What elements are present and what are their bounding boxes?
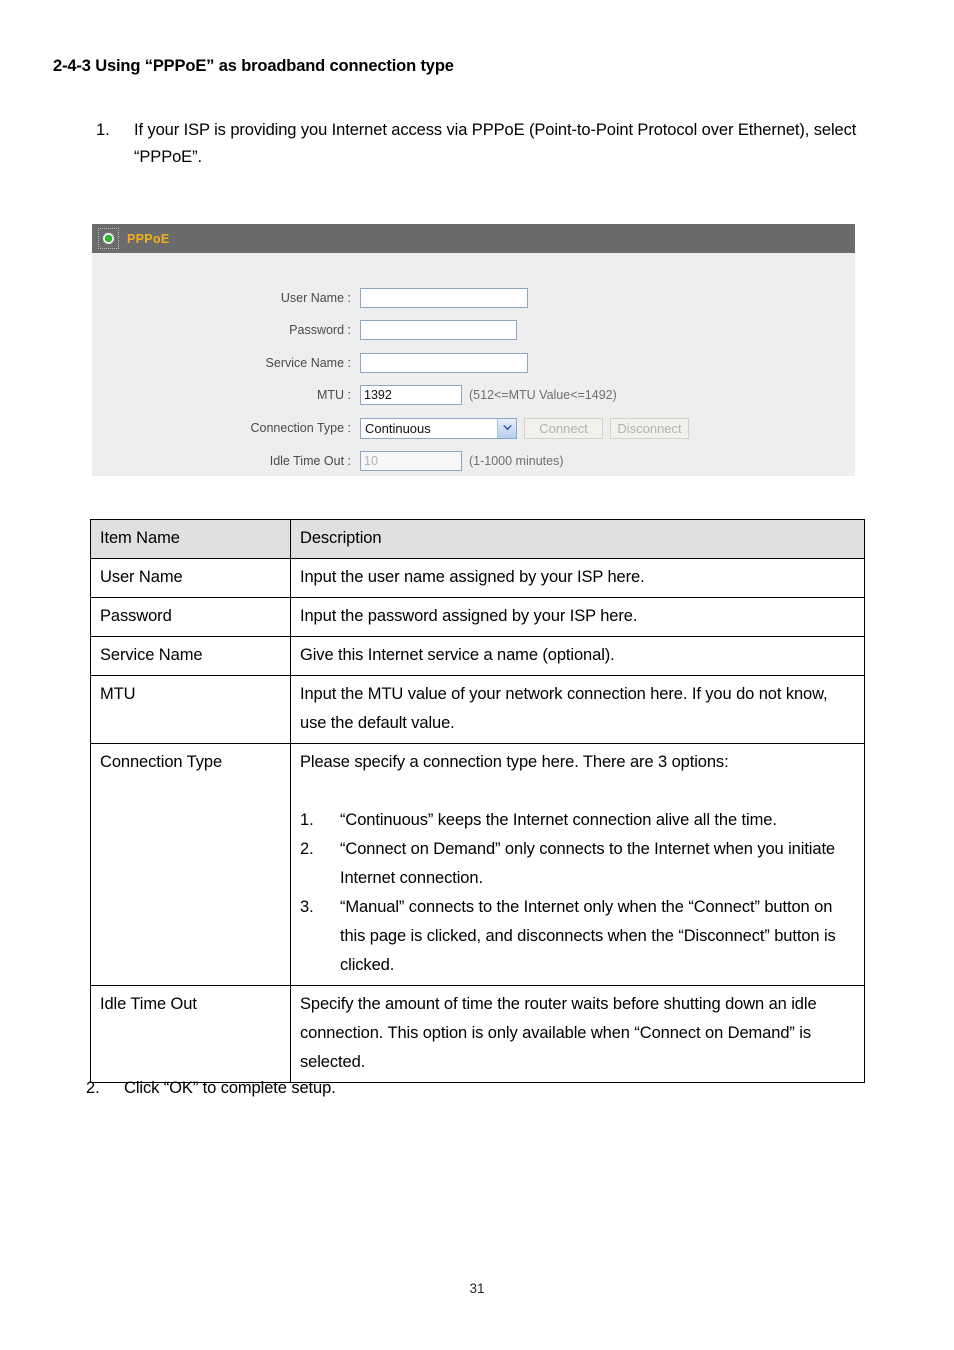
column-header-item-name: Item Name [90, 519, 291, 559]
service-name-input[interactable] [360, 353, 528, 373]
connect-button[interactable]: Connect [524, 417, 603, 439]
idle-time-out-hint: (1-1000 minutes) [469, 454, 564, 468]
page-number: 31 [469, 1281, 485, 1296]
table-row: Connection Type Please specify a connect… [90, 743, 865, 986]
user-name-input[interactable] [360, 288, 528, 308]
panel-header: PPPoE [92, 224, 855, 253]
list-item: 1. “Continuous” keeps the Internet conne… [300, 806, 856, 835]
idle-time-out-input[interactable] [360, 451, 462, 471]
row-description-intro: Please specify a connection type here. T… [300, 753, 729, 771]
column-header-description: Description [290, 519, 865, 559]
step-text: Click “OK” to complete setup. [124, 1079, 336, 1097]
step-number: 1. [96, 121, 110, 139]
connection-type-options-list: 1. “Continuous” keeps the Internet conne… [300, 806, 856, 980]
table-row: Idle Time Out Specify the amount of time… [90, 985, 865, 1083]
list-item-text: “Continuous” keeps the Internet connecti… [340, 811, 777, 829]
connection-type-label: Connection Type : [250, 421, 351, 435]
list-item-number: 3. [300, 898, 314, 916]
list-item: 3. “Manual” connects to the Internet onl… [300, 893, 856, 980]
service-name-label: Service Name : [265, 356, 351, 370]
step-text: If your ISP is providing you Internet ac… [134, 121, 857, 166]
step-number: 2. [86, 1079, 100, 1097]
step-item-1: 1. If your ISP is providing you Internet… [96, 117, 886, 171]
field-row-connection-type: Connection Type : Continuous Connect Dis… [92, 417, 689, 439]
row-item-name: Connection Type [90, 743, 291, 986]
chevron-down-icon[interactable] [497, 418, 516, 438]
mtu-input[interactable] [360, 385, 462, 405]
connection-type-selected-value: Continuous [365, 420, 431, 436]
panel-title: PPPoE [127, 231, 170, 246]
item-description-table: Item Name Description User Name Input th… [90, 519, 865, 1083]
field-row-mtu: MTU : (512<=MTU Value<=1492) [92, 384, 617, 406]
field-row-password: Password : [92, 319, 517, 341]
panel-body: User Name : Password : Service Name : MT… [92, 253, 855, 476]
list-item-text: “Manual” connects to the Internet only w… [340, 898, 836, 974]
list-item-text: “Connect on Demand” only connects to the… [340, 840, 836, 887]
list-item-number: 2. [300, 840, 314, 858]
row-description: Specify the amount of time the router wa… [290, 985, 865, 1083]
table-row: MTU Input the MTU value of your network … [90, 675, 865, 744]
password-input[interactable] [360, 320, 517, 340]
password-label: Password : [289, 323, 351, 337]
row-item-name: User Name [90, 558, 291, 598]
disconnect-button[interactable]: Disconnect [610, 417, 689, 439]
user-name-label: User Name : [280, 291, 351, 305]
mtu-hint: (512<=MTU Value<=1492) [469, 388, 617, 402]
table-header-row: Item Name Description [90, 519, 865, 559]
row-description: Input the user name assigned by your ISP… [290, 558, 865, 598]
table-row: Password Input the password assigned by … [90, 597, 865, 637]
pppoe-settings-panel: PPPoE User Name : Password : Service Nam… [92, 224, 855, 476]
row-item-name: Service Name [90, 636, 291, 676]
table-row: Service Name Give this Internet service … [90, 636, 865, 676]
row-description: Input the password assigned by your ISP … [290, 597, 865, 637]
list-item-number: 1. [300, 811, 314, 829]
table-row: User Name Input the user name assigned b… [90, 558, 865, 598]
radio-selected-icon [98, 228, 119, 249]
row-description: Input the MTU value of your network conn… [290, 675, 865, 744]
field-row-idle-time-out: Idle Time Out : (1-1000 minutes) [92, 450, 564, 472]
row-item-name: Idle Time Out [90, 985, 291, 1083]
list-item: 2. “Connect on Demand” only connects to … [300, 835, 856, 893]
row-description: Please specify a connection type here. T… [290, 743, 865, 986]
step-item-2: 2. Click “OK” to complete setup. [86, 1075, 686, 1102]
idle-time-out-label: Idle Time Out : [269, 454, 351, 468]
connection-type-select[interactable]: Continuous [360, 417, 517, 439]
mtu-label: MTU : [316, 388, 351, 402]
field-row-user-name: User Name : [92, 287, 528, 309]
section-heading: 2-4-3 Using “PPPoE” as broadband connect… [53, 57, 454, 75]
row-item-name: MTU [90, 675, 291, 744]
row-item-name: Password [90, 597, 291, 637]
field-row-service-name: Service Name : [92, 352, 528, 374]
row-description: Give this Internet service a name (optio… [290, 636, 865, 676]
